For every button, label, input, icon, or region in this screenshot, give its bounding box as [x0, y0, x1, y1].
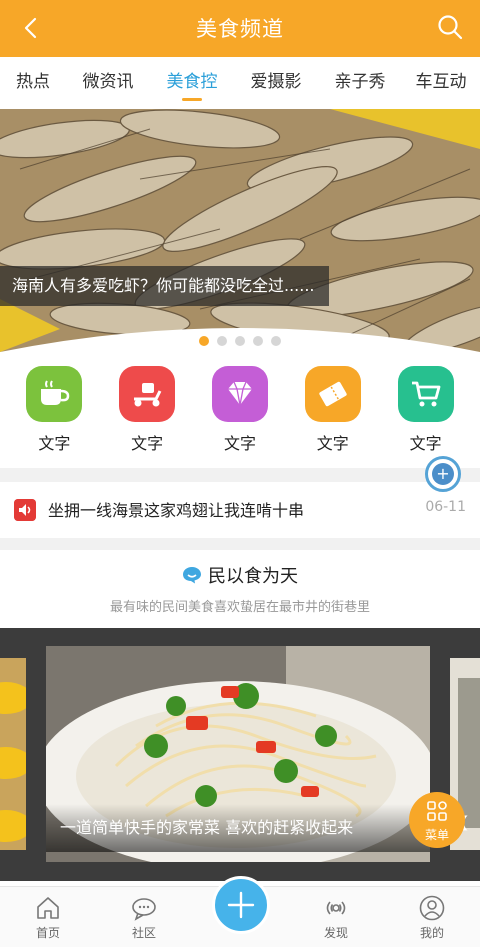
dot-4[interactable]	[253, 336, 263, 346]
card-caption: 一道简单快手的家常菜 喜欢的赶紧收起来	[46, 804, 430, 852]
tab-cars[interactable]: 车互动	[402, 57, 480, 109]
ticket-icon	[304, 366, 361, 422]
quick-entry-label: 文字	[223, 434, 256, 453]
carousel-dots	[0, 336, 480, 346]
tab-food[interactable]: 美食控	[150, 57, 234, 109]
divider	[0, 538, 480, 550]
chat-bubble-icon	[183, 567, 201, 584]
nav-profile[interactable]: 我的	[402, 895, 462, 941]
quick-entry-label: 文字	[409, 434, 442, 453]
dot-3[interactable]	[235, 336, 245, 346]
cart-icon	[397, 366, 454, 422]
announcement-bar[interactable]: 坐拥一线海景这家鸡翅让我连啃十串 06-11	[0, 486, 480, 536]
dot-5[interactable]	[271, 336, 281, 346]
quick-entry-grid: 文字 文字 文字 文字 文字	[0, 366, 480, 466]
nav-discover[interactable]: 发现	[306, 895, 366, 941]
quick-entry-2[interactable]: 文字	[107, 366, 187, 466]
quick-entry-label: 文字	[316, 434, 349, 453]
dot-1[interactable]	[199, 336, 209, 346]
dot-2[interactable]	[217, 336, 227, 346]
quick-entry-label: 文字	[131, 434, 164, 453]
channel-tabs: 热点 微资讯 美食控 爱摄影 亲子秀 车互动	[0, 57, 480, 109]
tab-photo[interactable]: 爱摄影	[234, 57, 318, 109]
quick-entry-3[interactable]: 文字	[200, 366, 280, 466]
plus-icon	[227, 891, 255, 919]
quick-entry-4[interactable]: 文字	[293, 366, 373, 466]
post-button[interactable]	[212, 876, 270, 934]
section-subtitle: 最有味的民间美食喜欢蛰居在最市井的街巷里	[109, 600, 370, 615]
quick-entry-1[interactable]: 文字	[14, 366, 94, 466]
tab-news[interactable]: 微资讯	[66, 57, 150, 109]
tab-family[interactable]: 亲子秀	[318, 57, 402, 109]
top-bar: 美食频道	[0, 0, 480, 57]
section-title: 民以食为天	[0, 562, 480, 588]
page-title: 美食频道	[196, 17, 284, 41]
nav-label: 社区	[131, 926, 156, 940]
menu-button-label: 菜单	[424, 828, 449, 842]
user-icon	[419, 895, 445, 921]
section-title-text: 民以食为天	[208, 566, 298, 587]
announcement-date: 06-11	[425, 499, 466, 515]
broadcast-icon	[326, 901, 346, 915]
delivery-scooter-icon	[119, 366, 176, 422]
nav-label: 首页	[35, 926, 60, 940]
cup-icon	[26, 366, 83, 422]
grid-icon	[427, 801, 447, 821]
search-icon[interactable]	[436, 13, 464, 41]
quick-entry-label: 文字	[38, 434, 71, 453]
announcement-text: 坐拥一线海景这家鸡翅让我连啃十串	[48, 501, 305, 520]
quick-entry-5[interactable]: 文字	[386, 366, 466, 466]
nav-community[interactable]: 社区	[114, 895, 174, 941]
plus-small-icon: +	[432, 463, 454, 485]
chat-icon	[132, 898, 156, 921]
speaker-icon	[14, 499, 36, 521]
divider	[0, 468, 480, 482]
home-icon	[37, 897, 59, 919]
nav-home[interactable]: 首页	[18, 895, 78, 941]
banner-caption: 海南人有多爱吃虾？你可能都没吃全过......	[0, 266, 329, 306]
nav-label: 发现	[323, 926, 348, 940]
diamond-icon	[211, 366, 268, 422]
menu-button[interactable]: 菜单	[409, 792, 465, 848]
tab-hot[interactable]: 热点	[0, 57, 66, 109]
nav-label: 我的	[419, 926, 444, 940]
card-previous[interactable]	[0, 658, 26, 850]
